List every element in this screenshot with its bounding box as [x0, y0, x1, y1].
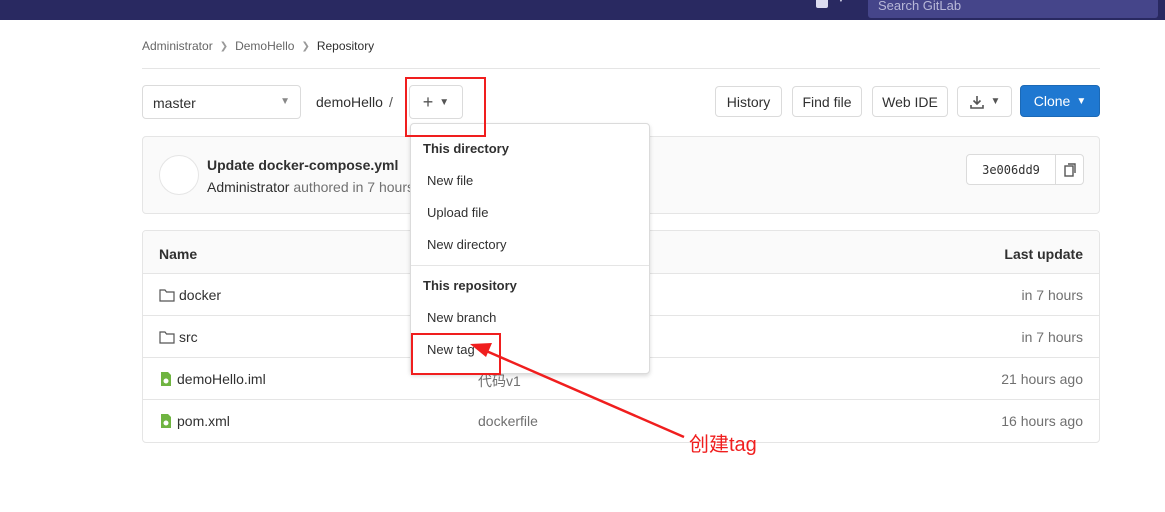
- annotation-text: 创建tag: [689, 434, 757, 456]
- annotation-arrow-icon: [470, 343, 685, 439]
